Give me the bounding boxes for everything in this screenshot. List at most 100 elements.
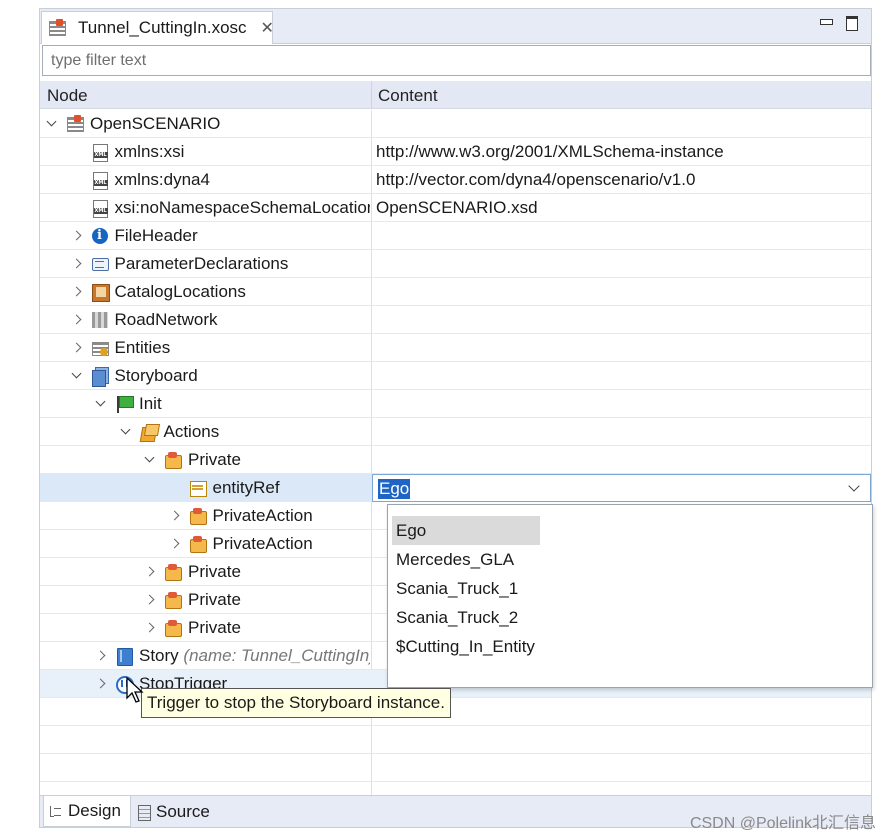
tree-node-name: Private	[188, 590, 241, 609]
column-header-content[interactable]: Content	[378, 86, 438, 106]
tree-node[interactable]: Story (name: Tunnel_CuttingIn)	[94, 645, 370, 667]
tooltip: Trigger to stop the Storyboard instance.	[141, 688, 451, 718]
chevron-right-icon[interactable]	[94, 649, 108, 663]
private-icon	[164, 591, 182, 609]
chevron-right-icon[interactable]	[70, 341, 84, 355]
dropdown-option[interactable]: Scania_Truck_2	[392, 603, 540, 632]
chevron-down-icon[interactable]	[70, 369, 84, 383]
tree-node[interactable]: Actions	[119, 421, 220, 443]
dropdown-option[interactable]: Ego	[392, 516, 540, 545]
tab-design[interactable]: Design	[43, 796, 131, 827]
tree-row[interactable]: Entities	[40, 334, 871, 362]
column-divider[interactable]	[371, 81, 372, 109]
tree-node[interactable]: xmlns:xsi	[70, 141, 185, 163]
tree-node[interactable]: xsi:noNamespaceSchemaLocation	[70, 197, 370, 219]
mouse-pointer-icon	[126, 676, 144, 703]
chevron-right-icon[interactable]	[70, 285, 84, 299]
tree-row[interactable]: RoadNetwork	[40, 306, 871, 334]
tree-node[interactable]: PrivateAction	[168, 533, 313, 555]
tree-row[interactable]: CatalogLocations	[40, 278, 871, 306]
tree-node[interactable]: CatalogLocations	[70, 281, 246, 303]
tab-source[interactable]: Source	[132, 796, 220, 827]
xml-attribute-icon	[91, 143, 109, 162]
tree-row[interactable]: xmlns:dyna4 http://vector.com/dyna4/opens…	[40, 166, 871, 194]
tree-node-name: Private	[188, 562, 241, 581]
tree-row[interactable]: xsi:noNamespaceSchemaLocation OpenSCENARI…	[40, 194, 871, 222]
entity-ref-value[interactable]: Ego	[378, 479, 411, 499]
chevron-down-icon[interactable]	[848, 480, 860, 492]
chevron-right-icon[interactable]	[70, 229, 84, 243]
scenario-file-icon	[48, 19, 66, 37]
tree-row[interactable]: Actions	[40, 418, 871, 446]
chevron-down-icon[interactable]	[45, 117, 59, 131]
tree-row[interactable]: Init	[40, 390, 871, 418]
tree-row[interactable]: Storyboard	[40, 362, 871, 390]
xml-attribute-icon	[91, 171, 109, 190]
tree-node-label: entityRef	[213, 478, 280, 498]
tree-node-cell: FileHeader	[40, 222, 370, 250]
close-tab-icon[interactable]: ✕	[261, 18, 274, 38]
tree-node-name: Actions	[163, 422, 220, 441]
tree-node-cell: Entities	[40, 334, 370, 362]
tree-node-label: Private	[188, 450, 241, 470]
tree-node[interactable]: FileHeader	[70, 225, 198, 247]
chevron-right-icon[interactable]	[168, 537, 182, 551]
tree-node-name: Entities	[114, 338, 171, 357]
tree-node[interactable]: Private	[143, 617, 241, 639]
tree-row[interactable]: OpenSCENARIO	[40, 110, 871, 138]
catalog-icon	[91, 283, 110, 302]
tree-node[interactable]: Private	[143, 561, 241, 583]
tree-node[interactable]: Entities	[70, 337, 171, 359]
entity-ref-dropdown-list[interactable]: Ego Mercedes_GLA Scania_Truck_1 Scania_Truc…	[387, 504, 873, 688]
tree-node-cell: Actions	[40, 418, 370, 446]
filter-input[interactable]	[42, 45, 871, 76]
tree-node[interactable]: OpenSCENARIO	[45, 113, 220, 135]
column-header-node[interactable]: Node	[47, 86, 88, 106]
chevron-right-icon[interactable]	[94, 677, 108, 691]
tree-node[interactable]: Private	[143, 589, 241, 611]
editor-tab[interactable]: Tunnel_CuttingIn.xosc ✕	[41, 11, 274, 44]
init-flag-icon	[115, 395, 134, 413]
tree-row[interactable]: Private	[40, 446, 871, 474]
empty-row	[40, 782, 871, 795]
maximize-icon[interactable]	[845, 15, 859, 31]
tree-content-value[interactable]: OpenSCENARIO.xsd	[376, 198, 538, 218]
tree-node-cell: Storyboard	[40, 362, 370, 390]
tree-node[interactable]: PrivateAction	[168, 505, 313, 527]
tree-row[interactable]: FileHeader	[40, 222, 871, 250]
chevron-right-icon[interactable]	[143, 565, 157, 579]
chevron-down-icon[interactable]	[94, 397, 108, 411]
private-icon	[164, 451, 182, 469]
entity-ref-combo[interactable]: Ego	[372, 474, 871, 502]
tree-node-name: RoadNetwork	[114, 310, 218, 329]
chevron-down-icon[interactable]	[143, 453, 157, 467]
dropdown-option[interactable]: Mercedes_GLA	[392, 545, 540, 574]
chevron-right-icon[interactable]	[168, 509, 182, 523]
chevron-right-icon[interactable]	[70, 257, 84, 271]
dropdown-option[interactable]: $Cutting_In_Entity	[392, 632, 540, 661]
empty-row	[40, 754, 871, 782]
story-icon	[115, 647, 133, 666]
tree-node[interactable]: Storyboard	[70, 365, 198, 387]
tree-node[interactable]: RoadNetwork	[70, 309, 218, 331]
tree-node[interactable]: Init	[94, 393, 162, 415]
dropdown-option[interactable]: Scania_Truck_1	[392, 574, 540, 603]
chevron-right-icon[interactable]	[70, 313, 84, 327]
tree-node-label: Actions	[164, 422, 220, 442]
tree-node[interactable]: xmlns:dyna4	[70, 169, 210, 191]
tree-node[interactable]: entityRef	[168, 477, 280, 499]
chevron-right-icon[interactable]	[143, 621, 157, 635]
tree-row[interactable]: xmlns:xsi http://www.w3.org/2001/XMLSchem…	[40, 138, 871, 166]
watermark: CSDN @Polelink北汇信息	[689, 815, 876, 832]
tree-content-value[interactable]: http://vector.com/dyna4/openscenario/v1.…	[376, 170, 695, 190]
chevron-down-icon[interactable]	[119, 425, 133, 439]
minimize-icon[interactable]	[819, 15, 833, 29]
tree-node[interactable]: Private	[143, 449, 241, 471]
tree-node-name: xmlns:xsi	[114, 142, 185, 161]
tree-content-value[interactable]: http://www.w3.org/2001/XMLSchema-instanc…	[376, 142, 724, 162]
chevron-right-icon[interactable]	[143, 593, 157, 607]
tree-row[interactable]: entityRef Ego	[40, 474, 871, 502]
tree-node[interactable]: ParameterDeclarations	[70, 253, 288, 275]
tree-row[interactable]: ParameterDeclarations	[40, 250, 871, 278]
tab-design-label: Design	[68, 801, 121, 820]
